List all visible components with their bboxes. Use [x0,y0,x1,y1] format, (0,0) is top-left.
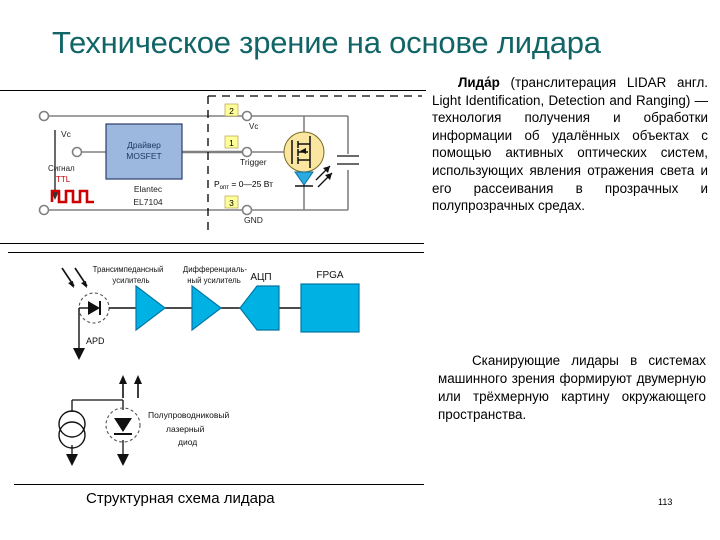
figure-receiver-chain: APD Трансимпедансный усилитель Дифференц… [18,256,418,368]
slide-root: Техническое зрение на основе лидара Vc С… [0,0,720,540]
label-driver-part2: EL7104 [133,197,163,207]
label-laser-diode-line2: лазерный [166,424,205,434]
label-driver-part1: Elantec [134,184,163,194]
paragraph-definition-rest: (транслитерация LIDAR англ. Light Identi… [432,75,708,214]
divider-top [0,90,426,91]
symbol-laser-diode-body [114,418,132,435]
paragraph-scanning-lidars: Сканирующие лидары в системах машинного … [438,353,706,422]
label-optical-power: Pопт = 0—25 Вт [214,179,273,191]
label-laser-diode-line3: диод [178,437,197,447]
symbol-ground-arrow [73,348,85,360]
label-driver-line2: MOSFET [126,151,161,161]
page-number: 113 [658,497,673,507]
label-apd: APD [86,336,105,346]
block-fpga [300,283,360,333]
label-signal-ttl: TTL [56,175,71,184]
label-pin-gnd: GND [244,215,263,225]
figure-caption: Структурная схема лидара [86,490,275,507]
figure-laser-driver-schematic: Vc Сигнал TTL Драйвер MOSFET Elantec EL7… [18,92,424,244]
waveform-ttl [50,189,94,204]
terminal-pin-trigger [241,146,253,158]
label-pin-vc: Vc [249,122,258,131]
symbol-ground-arrow-source [66,454,78,466]
terminal-bottom-left [38,204,50,216]
block-transimpedance-amplifier [135,284,166,332]
label-signal: Сигнал [48,164,75,173]
terminal-pin-gnd [241,204,253,216]
pin-number-1: 1 [229,138,234,148]
label-driver-line1: Драйвер [127,140,161,150]
paragraph-definition: Лида́р (транслитерация LIDAR англ. Light… [432,74,708,215]
page-title: Техническое зрение на основе лидара [52,25,601,60]
symbol-capacitor [337,155,359,165]
label-vc-supply: Vc [61,129,72,139]
label-adc: АЦП [250,272,271,283]
divider-bottom [14,484,424,485]
label-tia-line1: Трансимпедансный [93,265,164,274]
label-pin-trigger: Trigger [240,157,267,167]
terminal-top-left [38,110,50,122]
symbol-incident-light-arrows [61,267,88,288]
symbol-light-emission-arrows [315,165,333,188]
block-differential-amplifier [191,284,222,332]
terminal-pin-vc [241,110,253,122]
label-laser-diode-line1: Полупроводниковый [148,410,229,420]
term-lidar: Лида́р [458,75,500,90]
divider-middle-upper [0,243,424,244]
label-tia-line2: усилитель [112,276,149,285]
symbol-ground-arrow-diode [117,454,129,466]
pin-number-3: 3 [229,198,234,208]
symbol-emitted-light-arrows [119,375,142,398]
figure-laser-diode-source: Полупроводниковый лазерный диод [18,372,418,478]
divider-middle-lower [8,252,424,253]
label-diff-line1: Дифференциаль- [183,265,248,274]
label-fpga: FPGA [316,270,344,281]
terminal-signal-input [71,146,83,158]
symbol-laser-diode [294,171,314,187]
symbol-current-source [58,410,86,449]
block-adc [239,285,280,331]
pin-number-2: 2 [229,106,234,116]
body-text-column: Лида́р (транслитерация LIDAR англ. Light… [432,74,708,215]
label-diff-line2: ный усилитель [187,276,241,285]
